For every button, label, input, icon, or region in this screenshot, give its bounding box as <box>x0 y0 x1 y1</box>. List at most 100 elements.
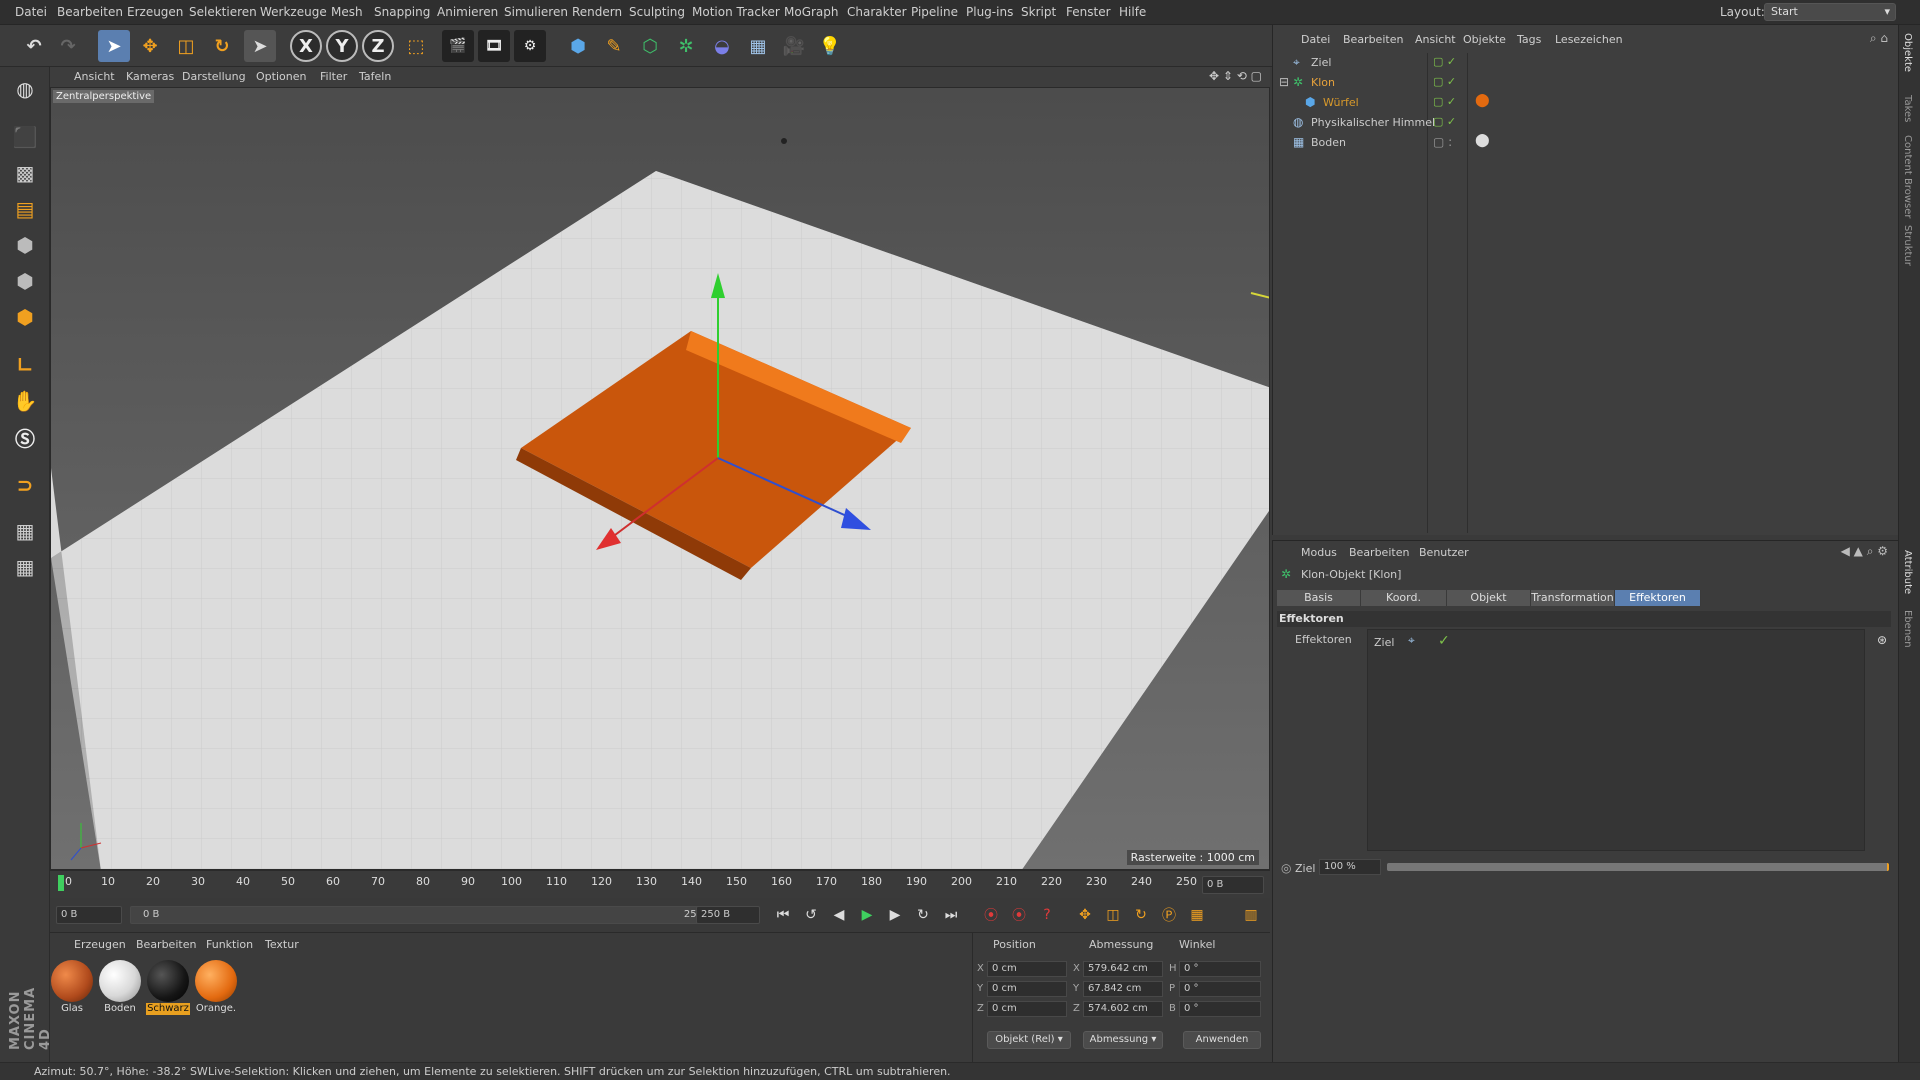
coord-mode-select[interactable]: Objekt (Rel) ▾ <box>987 1031 1071 1049</box>
render-settings-icon[interactable]: ⚙ <box>514 30 546 62</box>
viewport-menu-ansicht[interactable]: Ansicht <box>74 70 115 83</box>
spline-pen-icon[interactable]: ✎ <box>598 30 630 62</box>
visibility-icon[interactable]: ▢ : <box>1433 135 1452 149</box>
timeline-ruler[interactable]: 0 10 20 30 40 50 60 70 80 90 100 110 120… <box>50 870 1270 898</box>
deformer-icon[interactable]: ◒ <box>706 30 738 62</box>
enabled-check-icon[interactable]: ▢ ✓ <box>1433 75 1456 88</box>
menu-rendern[interactable]: Rendern <box>572 5 622 19</box>
target-strength-field[interactable]: 100 % <box>1319 859 1381 875</box>
target-strength-slider[interactable] <box>1387 863 1889 871</box>
material-tag-icon[interactable]: ⬤ <box>1475 93 1490 108</box>
x-axis-icon[interactable]: X <box>290 30 322 62</box>
object-row-klon[interactable]: ⊟ ✲ Klon ▢ ✓ <box>1277 73 1893 93</box>
menu-simulieren[interactable]: Simulieren <box>504 5 568 19</box>
next-key-icon[interactable]: ↻ <box>912 904 934 926</box>
previous-frame-icon[interactable]: ◀ <box>828 904 850 926</box>
key-position-icon[interactable]: ✥ <box>1074 904 1096 926</box>
side-tab-objekte[interactable]: Objekte <box>1902 33 1913 72</box>
viewport-nav-icons[interactable]: ✥ ⇕ ⟲ ▢ <box>1209 69 1262 83</box>
record-icon[interactable]: ⦿ <box>980 904 1002 926</box>
go-to-start-icon[interactable]: ⏮ <box>772 904 794 926</box>
dimension-x-field[interactable]: 579.642 cm <box>1083 961 1163 977</box>
coord-dim-select[interactable]: Abmessung ▾ <box>1083 1031 1163 1049</box>
object-menu-tags[interactable]: Tags <box>1517 33 1541 46</box>
list-options-icon[interactable]: ⊛ <box>1877 633 1887 647</box>
material-menu-erzeugen[interactable]: Erzeugen <box>74 938 126 951</box>
floor-icon[interactable]: ▦ <box>742 30 774 62</box>
playhead[interactable] <box>58 875 64 891</box>
points-mode-icon[interactable]: ⬢ <box>9 229 41 261</box>
enabled-check-icon[interactable]: ✓ <box>1438 633 1450 649</box>
menu-motion-tracker[interactable]: Motion Tracker <box>692 5 780 19</box>
material-schwarz[interactable]: Schwarz <box>146 959 190 1015</box>
tab-transformation[interactable]: Transformation <box>1531 590 1615 606</box>
menu-charakter[interactable]: Charakter <box>847 5 907 19</box>
material-menu-textur[interactable]: Textur <box>265 938 299 951</box>
axis-mode-icon[interactable]: ∟ <box>9 349 41 381</box>
material-menu-funktion[interactable]: Funktion <box>206 938 253 951</box>
layout-select[interactable]: Start ▾ <box>1764 3 1896 21</box>
model-mode-icon[interactable]: ⬛ <box>9 121 41 153</box>
magnet-icon[interactable]: ⊃ <box>9 469 41 501</box>
snap-icon[interactable]: Ⓢ <box>9 421 41 453</box>
collapse-icon[interactable]: ⊟ <box>1279 75 1289 89</box>
planar-workplane-icon[interactable]: ▦ <box>9 551 41 583</box>
tweak-mode-icon[interactable]: ✋ <box>9 385 41 417</box>
current-frame-field[interactable]: 0 B <box>1202 876 1264 894</box>
keyframe-dot-icon[interactable]: ◎ <box>1281 861 1291 875</box>
viewport-menu-optionen[interactable]: Optionen <box>256 70 306 83</box>
effector-item-label[interactable]: Ziel <box>1374 636 1394 649</box>
tab-effektoren[interactable]: Effektoren <box>1615 590 1701 606</box>
previous-key-icon[interactable]: ↺ <box>800 904 822 926</box>
key-pla-icon[interactable]: ▦ <box>1186 904 1208 926</box>
keyframe-selection-icon[interactable]: ? <box>1036 904 1058 926</box>
menu-animieren[interactable]: Animieren <box>437 5 498 19</box>
menu-bearbeiten[interactable]: Bearbeiten <box>57 5 123 19</box>
locked-workplane-icon[interactable]: ▦ <box>9 515 41 547</box>
end-frame-field[interactable]: 250 B <box>696 906 760 924</box>
attr-menu-benutzer[interactable]: Benutzer <box>1419 546 1469 559</box>
side-tab-ebenen[interactable]: Ebenen <box>1902 610 1913 648</box>
texture-mode-icon[interactable]: ▩ <box>9 157 41 189</box>
dimension-y-field[interactable]: 67.842 cm <box>1083 981 1163 997</box>
material-tag-icon[interactable]: ⬤ <box>1475 133 1490 148</box>
effectors-list[interactable]: Ziel ⌖ ✓ <box>1367 629 1865 851</box>
object-row-himmel[interactable]: ◍ Physikalischer Himmel ▢ ✓ <box>1277 113 1893 133</box>
y-axis-icon[interactable]: Y <box>326 30 358 62</box>
camera-icon[interactable]: 🎥 <box>778 30 810 62</box>
position-z-field[interactable]: 0 cm <box>987 1001 1067 1017</box>
tab-basis[interactable]: Basis <box>1277 590 1361 606</box>
object-row-wuerfel[interactable]: ⬢ Würfel ▢ ✓ ⬤ <box>1277 93 1893 113</box>
tab-objekt[interactable]: Objekt <box>1447 590 1531 606</box>
material-glas[interactable]: Glas <box>50 959 94 1015</box>
menu-sculpting[interactable]: Sculpting <box>629 5 685 19</box>
viewport-menu-filter[interactable]: Filter <box>320 70 347 83</box>
attr-nav-icons[interactable]: ◀ ▲ ⌕ ⚙ <box>1841 544 1888 559</box>
light-icon[interactable]: 💡 <box>814 30 846 62</box>
undo-icon[interactable]: ↶ <box>18 30 50 62</box>
object-row-ziel[interactable]: ⌖ Ziel ▢ ✓ <box>1277 53 1893 73</box>
object-menu-lesezeichen[interactable]: Lesezeichen <box>1555 33 1623 46</box>
enabled-check-icon[interactable]: ▢ ✓ <box>1433 55 1456 68</box>
next-frame-icon[interactable]: ▶ <box>884 904 906 926</box>
menu-selektieren[interactable]: Selektieren <box>189 5 257 19</box>
scale-icon[interactable]: ◫ <box>170 30 202 62</box>
key-param-icon[interactable]: Ⓟ <box>1158 904 1180 926</box>
rotate-icon[interactable]: ↻ <box>206 30 238 62</box>
z-axis-icon[interactable]: Z <box>362 30 394 62</box>
menu-plugins[interactable]: Plug-ins <box>966 5 1013 19</box>
side-tab-attribute[interactable]: Attribute <box>1902 550 1913 594</box>
viewport-menu-darstellung[interactable]: Darstellung <box>182 70 246 83</box>
material-menu-bearbeiten[interactable]: Bearbeiten <box>136 938 196 951</box>
tab-koord[interactable]: Koord. <box>1361 590 1447 606</box>
menu-pipeline[interactable]: Pipeline <box>911 5 958 19</box>
position-x-field[interactable]: 0 cm <box>987 961 1067 977</box>
menu-skript[interactable]: Skript <box>1021 5 1056 19</box>
menu-mograph[interactable]: MoGraph <box>784 5 839 19</box>
autokey-icon[interactable]: ⦿ <box>1008 904 1030 926</box>
side-tab-takes[interactable]: Takes <box>1902 95 1913 122</box>
dimension-z-field[interactable]: 574.602 cm <box>1083 1001 1163 1017</box>
menu-datei[interactable]: Datei <box>15 5 47 19</box>
render-picture-viewer-icon[interactable]: 🎞 <box>478 30 510 62</box>
position-y-field[interactable]: 0 cm <box>987 981 1067 997</box>
